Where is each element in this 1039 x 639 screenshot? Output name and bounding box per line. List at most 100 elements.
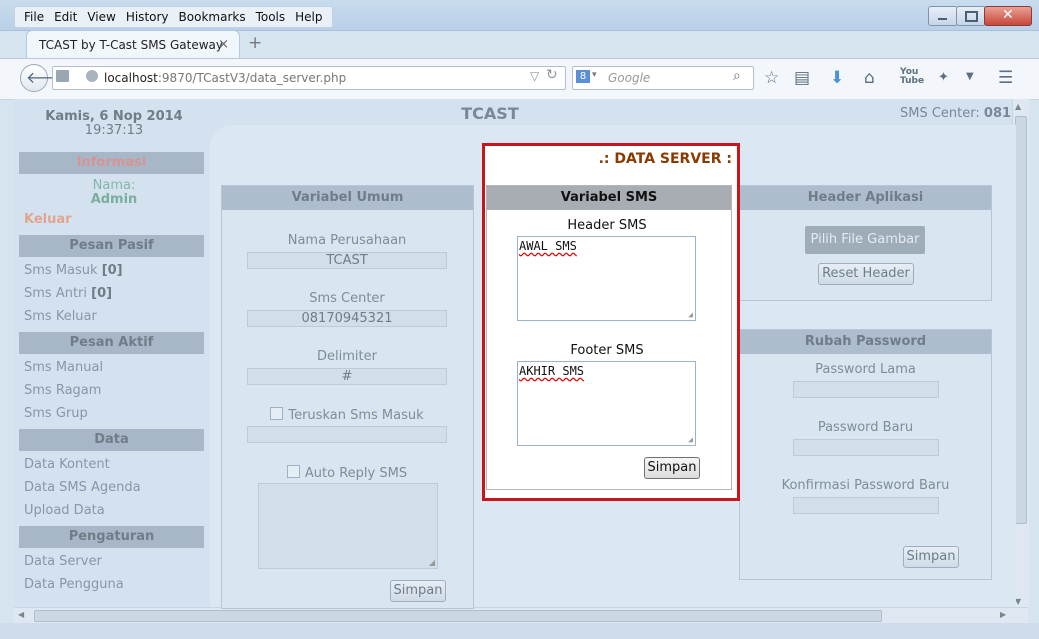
search-engine-dropdown-icon[interactable]: ▾ xyxy=(592,70,597,80)
sidebar-link-sms-keluar[interactable]: Sms Keluar xyxy=(24,309,97,324)
tab-close-icon[interactable]: × xyxy=(218,37,229,52)
scroll-up-icon[interactable]: ▲ xyxy=(1015,102,1021,111)
search-bar[interactable] xyxy=(572,66,754,90)
sidebar-link-sms-grup[interactable]: Sms Grup xyxy=(24,406,88,421)
maximize-icon xyxy=(965,11,978,22)
minimize-button[interactable] xyxy=(928,6,958,26)
nama-perusahaan-input[interactable]: TCAST xyxy=(247,252,447,269)
tab-groups-icon[interactable] xyxy=(56,70,69,82)
footer-sms-textarea[interactable]: AKHIR SMS ◢ xyxy=(517,361,696,446)
sidebar-section-pesan-aktif: Pesan Aktif xyxy=(19,332,204,354)
user-name-value: Admin xyxy=(90,192,138,207)
user-name-label: Nama: xyxy=(92,178,136,193)
close-icon: ✕ xyxy=(1002,7,1014,23)
auto-reply-textarea[interactable]: ◢ xyxy=(258,483,438,569)
tab-title: TCAST by T-Cast SMS Gateway xyxy=(39,38,223,52)
panel-header-aplikasi-title: Header Aplikasi xyxy=(740,186,991,210)
delimiter-label: Delimiter xyxy=(317,349,377,364)
bookmarks-list-icon[interactable]: ▤ xyxy=(794,68,810,88)
sidebar-section-informasi: Informasi xyxy=(19,152,204,174)
header-sms-label: Header SMS xyxy=(567,218,647,233)
home-icon[interactable]: ⌂ xyxy=(864,68,875,88)
reload-icon[interactable]: ↻ xyxy=(546,67,558,83)
hamburger-menu-icon[interactable]: ☰ xyxy=(998,68,1013,88)
sidebar-section-pengaturan: Pengaturan xyxy=(19,526,204,548)
menu-edit[interactable]: Edit xyxy=(54,10,77,24)
menu-bookmarks[interactable]: Bookmarks xyxy=(179,10,246,24)
password-lama-label: Password Lama xyxy=(815,362,916,377)
extension-dropdown-icon[interactable]: ▼ xyxy=(966,71,974,82)
footer-sms-label: Footer SMS xyxy=(570,343,644,358)
bookmark-star-icon[interactable]: ☆ xyxy=(764,68,779,88)
horizontal-scroll-thumb[interactable] xyxy=(34,610,882,622)
extension-icon[interactable]: ✦ xyxy=(938,70,949,85)
downloads-icon[interactable]: ⬇ xyxy=(830,68,844,88)
new-tab-icon[interactable]: + xyxy=(248,33,262,53)
password-baru-input[interactable] xyxy=(793,439,939,456)
scroll-left-icon[interactable]: ◀ xyxy=(18,610,24,619)
scroll-right-icon[interactable]: ▶ xyxy=(1000,610,1006,619)
panel-rubah-password-title: Rubah Password xyxy=(740,330,991,354)
simpan-variabel-sms-button[interactable]: Simpan xyxy=(644,457,700,479)
resize-handle-icon[interactable]: ◢ xyxy=(429,558,435,567)
sms-center-header: SMS Center: 081 xyxy=(900,106,1012,121)
sidebar-link-sms-masuk[interactable]: Sms Masuk [0] xyxy=(24,263,123,278)
menu-view[interactable]: View xyxy=(87,10,115,24)
sidebar-link-sms-manual[interactable]: Sms Manual xyxy=(24,360,103,375)
sms-center-label: Sms Center xyxy=(309,291,385,306)
sidebar-link-data-sms-agenda[interactable]: Data SMS Agenda xyxy=(24,480,141,495)
auto-reply-checkbox[interactable] xyxy=(286,465,300,478)
auto-reply-row: Auto Reply SMS xyxy=(247,465,447,481)
teruskan-sms-masuk-input[interactable] xyxy=(247,426,447,443)
resize-handle-icon[interactable]: ◢ xyxy=(688,435,693,444)
delimiter-input[interactable]: # xyxy=(247,368,447,385)
teruskan-sms-masuk-row: Teruskan Sms Masuk xyxy=(247,407,447,423)
menu-help[interactable]: Help xyxy=(295,10,322,24)
vertical-scroll-thumb[interactable] xyxy=(1015,116,1027,524)
status-bar xyxy=(0,623,1039,639)
sidebar-link-sms-ragam[interactable]: Sms Ragam xyxy=(24,383,101,398)
browser-tab[interactable]: TCAST by T-Cast SMS Gateway × xyxy=(26,30,240,59)
sidebar-link-data-kontent[interactable]: Data Kontent xyxy=(24,457,110,472)
teruskan-sms-masuk-checkbox[interactable] xyxy=(270,407,284,420)
sidebar-section-data: Data xyxy=(19,429,204,451)
nama-perusahaan-label: Nama Perusahaan xyxy=(287,233,407,248)
panel-variabel-sms-title: Variabel SMS xyxy=(487,186,731,210)
globe-icon xyxy=(86,70,98,82)
close-window-button[interactable]: ✕ xyxy=(984,6,1032,26)
sidebar-link-upload-data[interactable]: Upload Data xyxy=(24,503,105,518)
current-date: Kamis, 6 Nop 2014 xyxy=(45,109,183,124)
youtube-icon[interactable]: You Tube xyxy=(900,68,924,86)
dropdown-icon[interactable]: ▽ xyxy=(530,69,539,83)
konfirmasi-password-label: Konfirmasi Password Baru xyxy=(781,478,950,493)
search-icon[interactable]: ⌕ xyxy=(733,68,741,84)
data-server-title: .: DATA SERVER : xyxy=(598,151,732,167)
sidebar-section-pesan-pasif: Pesan Pasif xyxy=(19,235,204,257)
sidebar-link-data-server[interactable]: Data Server xyxy=(24,554,102,569)
search-placeholder: Google xyxy=(608,71,651,85)
menu-file[interactable]: File xyxy=(24,10,44,24)
simpan-password-button[interactable]: Simpan xyxy=(903,546,959,568)
sidebar-link-keluar[interactable]: Keluar xyxy=(24,212,72,227)
header-sms-textarea[interactable]: AWAL SMS ◢ xyxy=(517,236,696,321)
reset-header-button[interactable]: Reset Header xyxy=(818,263,914,285)
sidebar-link-sms-antri[interactable]: Sms Antri [0] xyxy=(24,286,112,301)
google-icon[interactable]: 8 xyxy=(576,70,590,83)
pilih-file-gambar-button[interactable]: Pilih File Gambar xyxy=(805,226,925,254)
menu-bar: File Edit View History Bookmarks Tools H… xyxy=(14,6,333,28)
password-baru-label: Password Baru xyxy=(817,420,914,435)
simpan-variabel-umum-button[interactable]: Simpan xyxy=(390,580,446,602)
back-button[interactable]: 🡐 xyxy=(20,64,69,92)
panel-variabel-umum-title: Variabel Umum xyxy=(222,186,473,210)
sidebar-link-data-pengguna[interactable]: Data Pengguna xyxy=(24,577,124,592)
resize-handle-icon[interactable]: ◢ xyxy=(688,310,693,319)
minimize-icon xyxy=(938,18,947,20)
menu-tools[interactable]: Tools xyxy=(256,10,286,24)
konfirmasi-password-input[interactable] xyxy=(793,497,939,514)
app-brand-title: TCAST xyxy=(461,104,519,123)
password-lama-input[interactable] xyxy=(793,381,939,398)
sms-center-input[interactable]: 08170945321 xyxy=(247,310,447,327)
menu-history[interactable]: History xyxy=(126,10,169,24)
url-text[interactable]: localhost:9870/TCastV3/data_server.php xyxy=(104,71,346,85)
maximize-button[interactable] xyxy=(956,6,986,26)
